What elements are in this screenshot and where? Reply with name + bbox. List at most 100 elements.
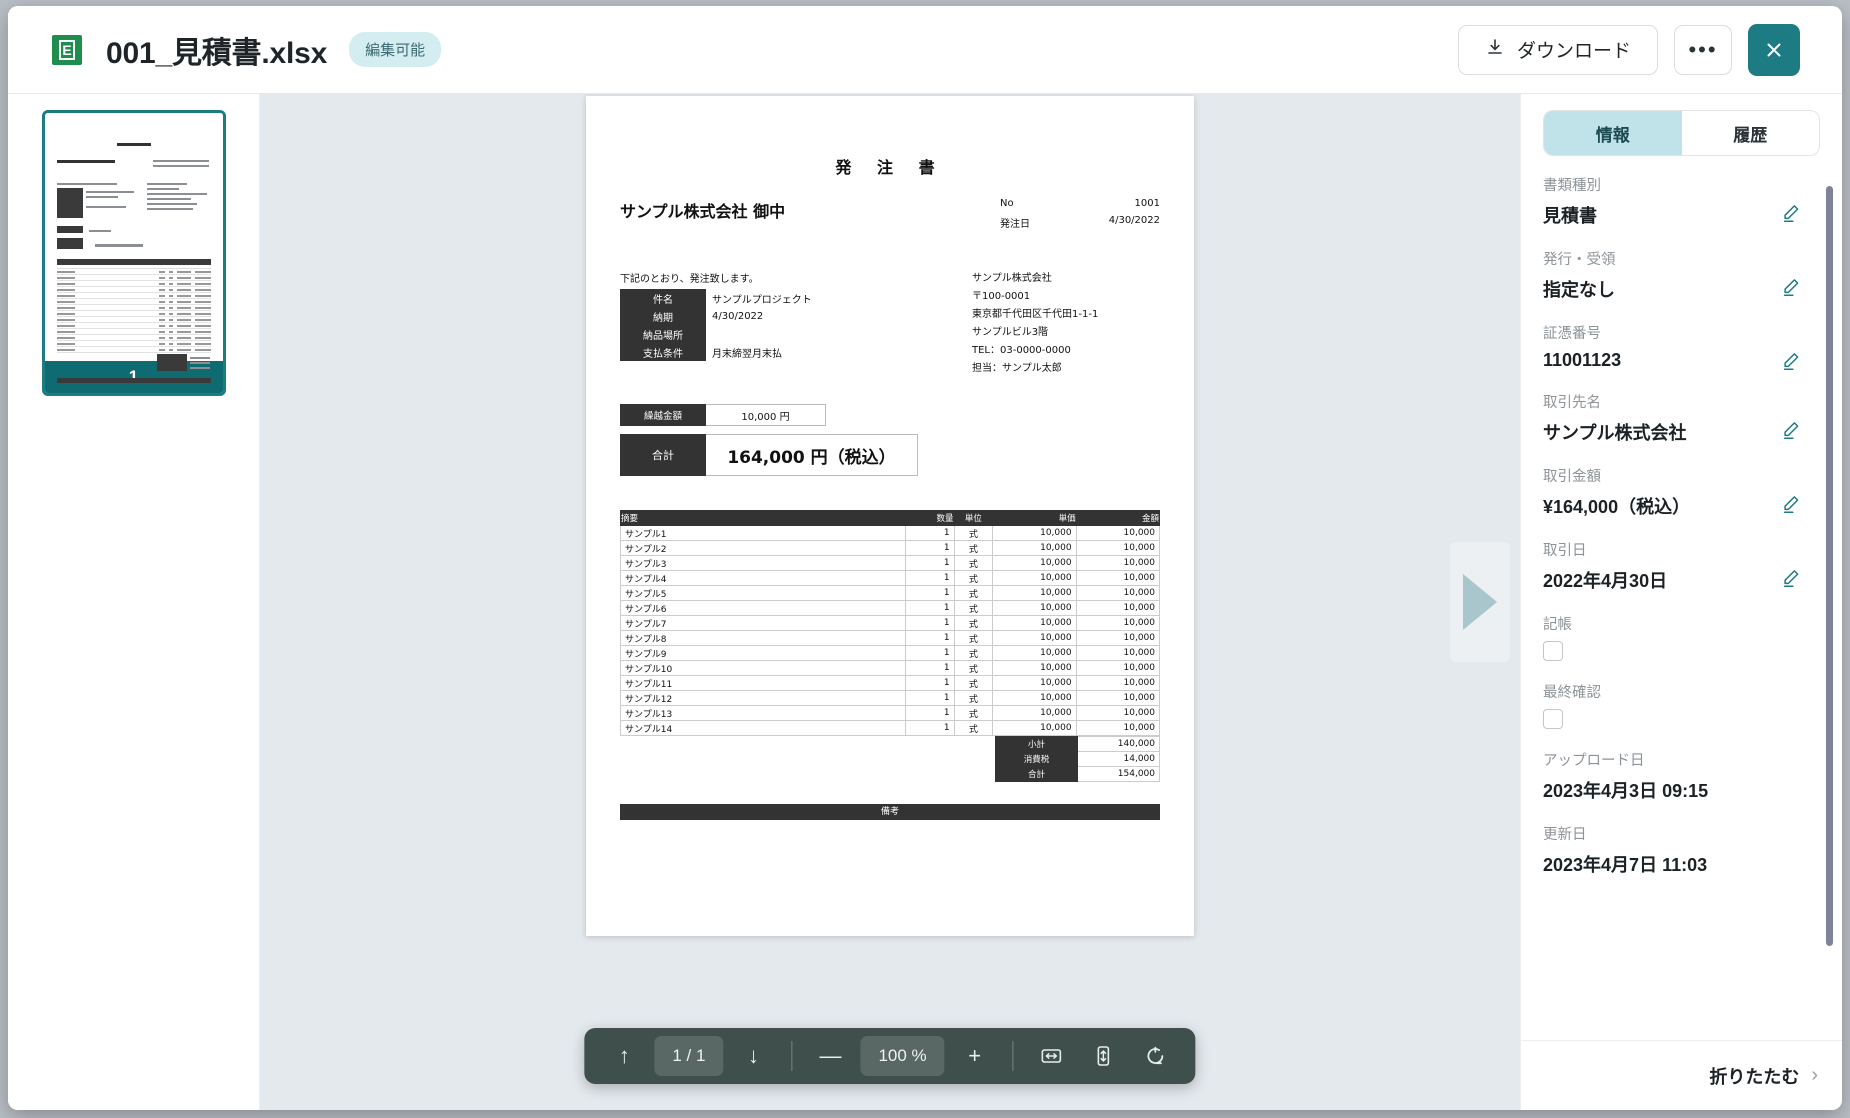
info-row: 件名サンプルプロジェクト: [620, 289, 936, 307]
download-button[interactable]: ダウンロード: [1458, 25, 1658, 75]
info-panel: 情報 履歴 書類種別見積書発行・受領指定なし証憑番号11001123取引先名サン…: [1520, 94, 1842, 1110]
column-header: 数量: [905, 511, 954, 526]
table-cell-qty: 1: [905, 661, 954, 676]
table-row: サンプル71式10,00010,000: [621, 616, 1160, 631]
table-cell-desc: サンプル9: [621, 646, 906, 661]
fit-width-button[interactable]: [1030, 1036, 1074, 1076]
field-label: 書類種別: [1543, 174, 1820, 195]
status-badge: 編集可能: [349, 32, 441, 67]
table-cell-amount: 10,000: [1076, 721, 1159, 736]
column-header: 摘要: [621, 511, 906, 526]
grand-total-label: 合計: [620, 434, 706, 476]
edit-field-button[interactable]: [1780, 419, 1802, 446]
field-checkbox[interactable]: [1543, 641, 1563, 661]
collapse-panel-button[interactable]: 折りたたむ ›: [1521, 1040, 1842, 1110]
table-row: サンプル21式10,00010,000: [621, 541, 1160, 556]
panel-field: 証憑番号11001123: [1543, 322, 1820, 371]
table-cell-price: 10,000: [993, 571, 1076, 586]
page-title: 001_見積書.xlsx: [106, 28, 327, 72]
carryover-row: 繰越金額 10,000 円: [620, 404, 1160, 426]
field-checkbox[interactable]: [1543, 709, 1563, 729]
chevron-right-icon: [1463, 574, 1497, 630]
table-cell-amount: 10,000: [1076, 616, 1159, 631]
next-page-button[interactable]: ↓: [731, 1036, 775, 1076]
page-indicator[interactable]: 1 / 1: [654, 1036, 723, 1076]
table-cell-qty: 1: [905, 526, 954, 541]
table-cell-unit: 式: [954, 571, 993, 586]
table-cell-qty: 1: [905, 676, 954, 691]
table-row: サンプル61式10,00010,000: [621, 601, 1160, 616]
zoom-level-indicator[interactable]: 100 %: [860, 1036, 944, 1076]
panel-fields: 書類種別見積書発行・受領指定なし証憑番号11001123取引先名サンプル株式会社…: [1521, 156, 1842, 1040]
info-row: 支払条件月末締翌月末払: [620, 343, 936, 361]
main-body: 1 発 注 書 サンプル株式会社 御中 No1001 発注日4/30/2022: [8, 94, 1842, 1110]
edit-field-button[interactable]: [1780, 276, 1802, 303]
issuer-block: サンプル株式会社 〒100-0001 東京都千代田区千代田1-1-1 サンプルビ…: [972, 270, 1098, 378]
edit-field-button[interactable]: [1780, 567, 1802, 594]
document-title: 発 注 書: [586, 154, 1194, 178]
more-options-button[interactable]: •••: [1674, 25, 1732, 75]
header-actions: ダウンロード •••: [1458, 24, 1800, 76]
previous-page-button[interactable]: ↑: [602, 1036, 646, 1076]
table-cell-unit: 式: [954, 676, 993, 691]
totals-row: 小計140,000: [996, 737, 1160, 752]
panel-field: 書類種別見積書: [1543, 174, 1820, 228]
issuer-line: サンプル株式会社: [972, 270, 1098, 288]
table-cell-qty: 1: [905, 691, 954, 706]
zoom-out-button[interactable]: —: [808, 1036, 852, 1076]
carryover-value: 10,000 円: [706, 404, 826, 426]
issuer-line: サンプルビル3階: [972, 324, 1098, 342]
table-cell-desc: サンプル13: [621, 706, 906, 721]
field-value: 見積書: [1543, 202, 1820, 228]
table-cell-desc: サンプル5: [621, 586, 906, 601]
panel-field: 発行・受領指定なし: [1543, 248, 1820, 302]
edit-field-button[interactable]: [1780, 493, 1802, 520]
close-button[interactable]: [1748, 24, 1800, 76]
table-cell-unit: 式: [954, 526, 993, 541]
document-header-row: サンプル株式会社 御中 No1001 発注日4/30/2022: [620, 198, 1160, 236]
table-header-row: 摘要数量単位単価金額: [621, 511, 1160, 526]
edit-pencil-icon: [1780, 202, 1802, 224]
table-cell-desc: サンプル8: [621, 631, 906, 646]
field-value: 2022年4月30日: [1543, 567, 1820, 593]
table-cell-amount: 10,000: [1076, 586, 1159, 601]
field-label: 取引日: [1543, 539, 1820, 560]
thumbnail-row: [57, 347, 211, 353]
table-cell-amount: 10,000: [1076, 646, 1159, 661]
tab-history[interactable]: 履歴: [1682, 111, 1820, 155]
table-cell-amount: 10,000: [1076, 526, 1159, 541]
totals-value: 14,000: [1078, 752, 1160, 767]
table-cell-amount: 10,000: [1076, 706, 1159, 721]
table-cell-amount: 10,000: [1076, 661, 1159, 676]
info-table: 件名サンプルプロジェクト納期4/30/2022納品場所支払条件月末締翌月末払: [620, 289, 936, 361]
field-label: 更新日: [1543, 823, 1820, 844]
fit-height-button[interactable]: [1082, 1036, 1126, 1076]
fit-width-icon: [1039, 1043, 1065, 1069]
edit-field-button[interactable]: [1780, 202, 1802, 229]
table-cell-amount: 10,000: [1076, 556, 1159, 571]
table-cell-qty: 1: [905, 631, 954, 646]
edit-pencil-icon: [1780, 493, 1802, 515]
page-thumbnail-1[interactable]: 1: [42, 110, 226, 396]
table-cell-desc: サンプル6: [621, 601, 906, 616]
document-viewer-window: E 001_見積書.xlsx 編集可能 ダウンロード •••: [8, 6, 1842, 1110]
thumbnail-sidebar: 1: [8, 94, 260, 1110]
document-page: 発 注 書 サンプル株式会社 御中 No1001 発注日4/30/2022 下記…: [586, 96, 1194, 936]
table-cell-amount: 10,000: [1076, 676, 1159, 691]
table-cell-desc: サンプル1: [621, 526, 906, 541]
panel-scrollbar[interactable]: [1826, 186, 1833, 946]
edit-pencil-icon: [1780, 419, 1802, 441]
rotate-button[interactable]: [1134, 1036, 1178, 1076]
table-row: サンプル101式10,00010,000: [621, 661, 1160, 676]
table-cell-price: 10,000: [993, 646, 1076, 661]
table-cell-qty: 1: [905, 571, 954, 586]
tab-info[interactable]: 情報: [1544, 111, 1682, 155]
edit-field-button[interactable]: [1780, 350, 1802, 377]
info-row-label: 件名: [620, 289, 706, 307]
document-viewer: 発 注 書 サンプル株式会社 御中 No1001 発注日4/30/2022 下記…: [260, 94, 1520, 1110]
next-page-arrow-button[interactable]: [1450, 542, 1510, 662]
field-label: 取引先名: [1543, 391, 1820, 412]
table-row: サンプル31式10,00010,000: [621, 556, 1160, 571]
zoom-in-button[interactable]: +: [953, 1036, 997, 1076]
table-row: サンプル81式10,00010,000: [621, 631, 1160, 646]
